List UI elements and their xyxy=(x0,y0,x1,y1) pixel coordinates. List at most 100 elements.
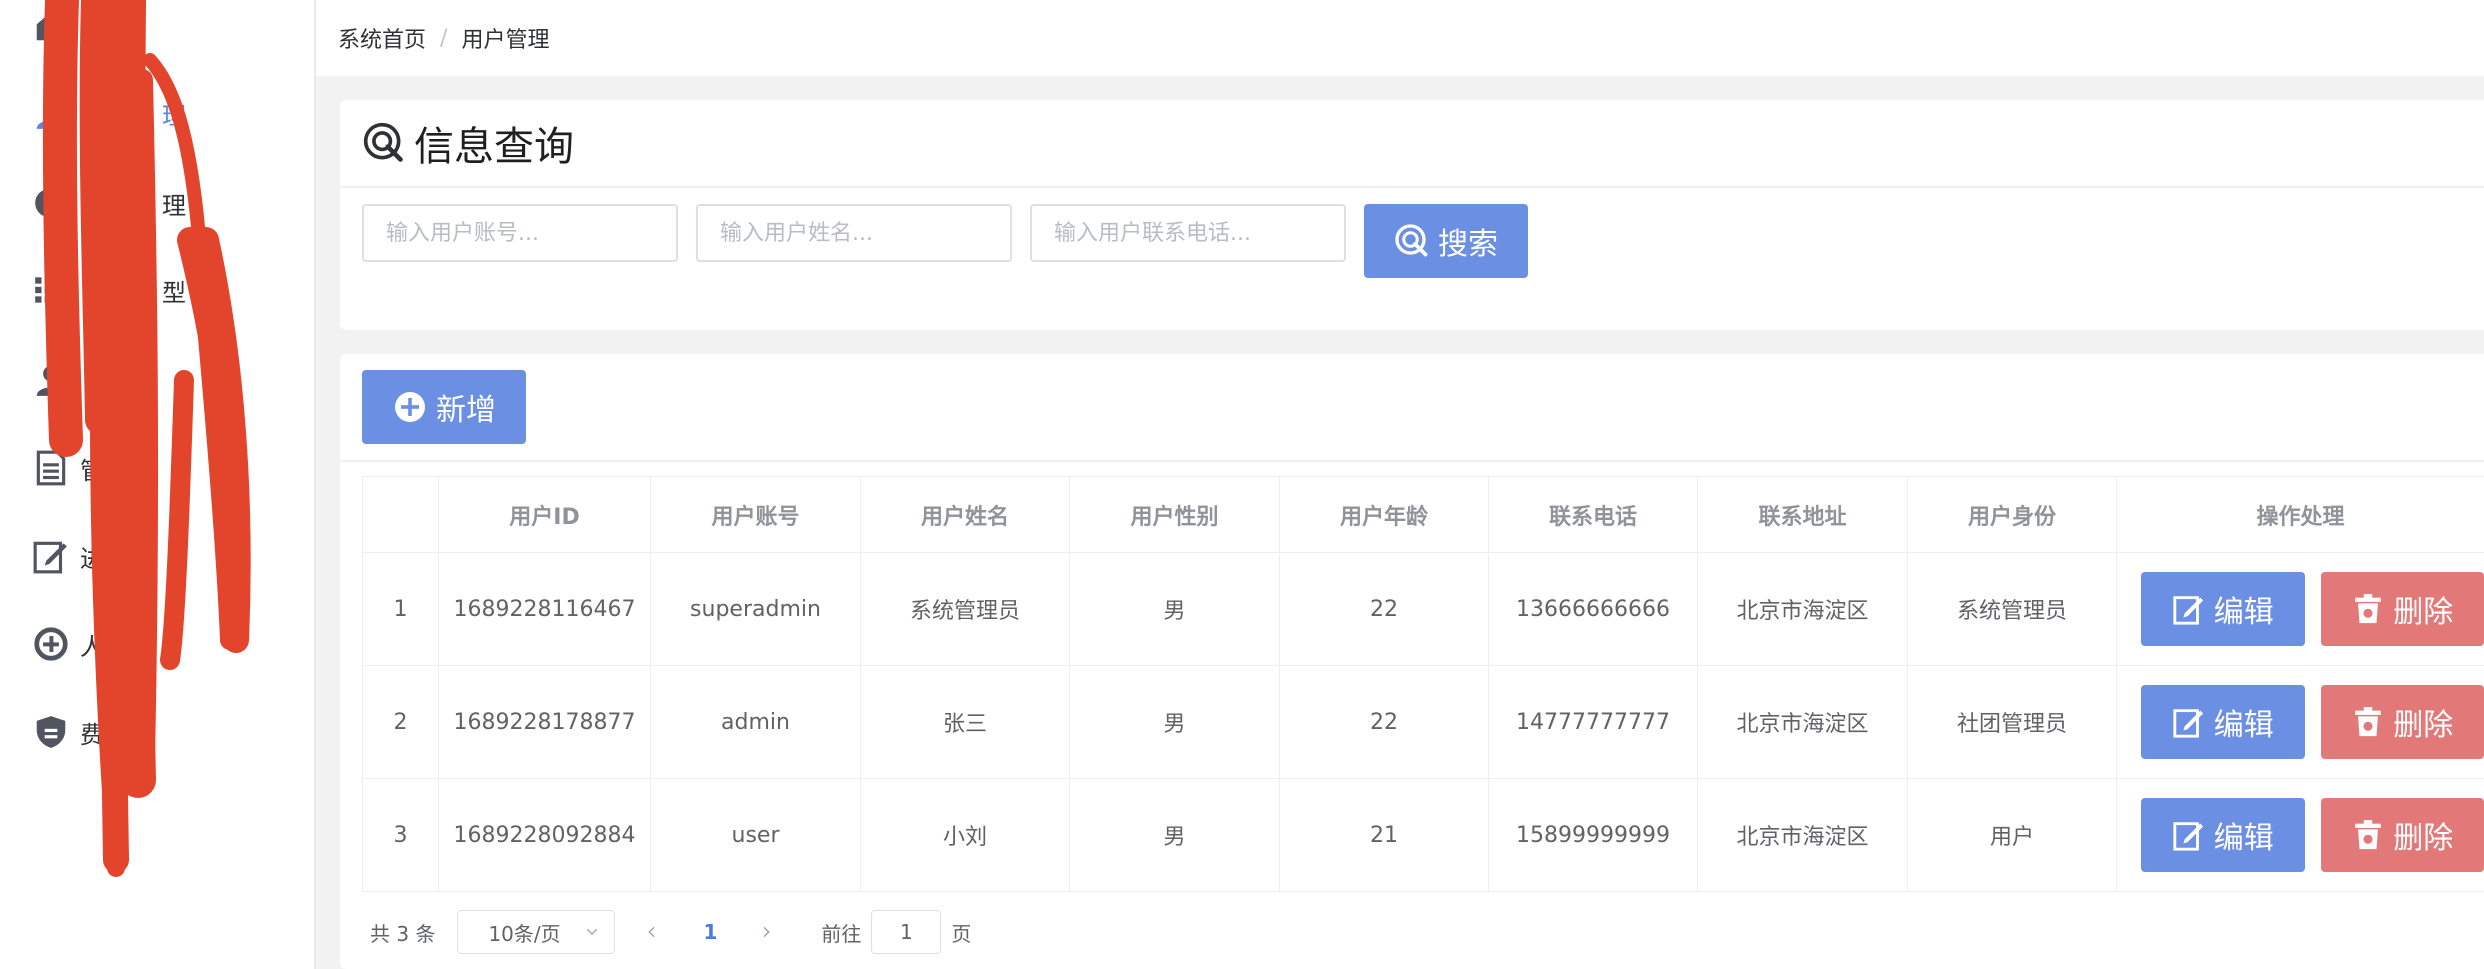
table-row: 1 1689228116467 superadmin 系统管理员 男 22 13… xyxy=(362,552,2484,666)
chevron-right-icon xyxy=(763,926,771,938)
breadcrumb: 系统首页 / 用户管理 xyxy=(316,0,2484,76)
page-size-value: 10条/页 xyxy=(488,921,561,946)
sidebar-item-9[interactable]: 费理 xyxy=(0,702,314,762)
toolbar: 新增 xyxy=(340,354,2484,462)
shield-icon xyxy=(30,711,72,753)
cell-phone: 15899999999 xyxy=(1488,778,1698,892)
name-search-input[interactable] xyxy=(696,204,1012,262)
column-header-actions: 操作处理 xyxy=(2116,476,2484,553)
sidebar-item-label: 理 xyxy=(162,101,186,130)
user-icon xyxy=(30,92,72,134)
sidebar-item-label: 理 xyxy=(162,191,186,220)
delete-button-label: 删除 xyxy=(2393,821,2454,856)
sidebar-item-6[interactable]: 管 xyxy=(0,438,314,498)
phone-search-input[interactable] xyxy=(1030,204,1346,262)
column-header-age: 用户年龄 xyxy=(1279,476,1489,553)
cell-account: user xyxy=(650,778,861,892)
breadcrumb-current: 用户管理 xyxy=(461,28,550,53)
column-header-address: 联系地址 xyxy=(1697,476,1908,553)
delete-button-label: 删除 xyxy=(2393,708,2454,743)
page-number-current[interactable]: 1 xyxy=(703,920,717,944)
edit-button-label: 编辑 xyxy=(2213,595,2274,630)
edit-button-label: 编辑 xyxy=(2213,821,2274,856)
cell-index: 2 xyxy=(362,665,439,779)
add-button-label: 新增 xyxy=(436,393,496,428)
table-card: 新增 用户ID 用户账号 用户姓名 用户性别 用户年龄 联系电话 联系地址 用户… xyxy=(340,354,2484,969)
cell-address: 北京市海淀区 xyxy=(1697,552,1908,666)
cell-actions: 编辑 删除 xyxy=(2116,665,2484,779)
pagination-total: 共 3 条 xyxy=(370,921,436,946)
cell-index: 1 xyxy=(362,552,439,666)
table-row: 3 1689228092884 user 小刘 男 21 15899999999… xyxy=(362,778,2484,892)
pie-chart-icon xyxy=(30,182,72,224)
sidebar-item-label: 进 xyxy=(80,544,104,573)
cell-account: superadmin xyxy=(650,552,861,666)
next-page-button[interactable] xyxy=(751,918,781,946)
edit-icon xyxy=(30,535,72,577)
delete-button[interactable]: 删除 xyxy=(2320,685,2484,759)
column-header-account: 用户账号 xyxy=(650,476,861,553)
search-card-header: 信息查询 xyxy=(340,100,2484,188)
table-row: 2 1689228178877 admin 张三 男 22 1477777777… xyxy=(362,665,2484,779)
column-header-phone: 联系电话 xyxy=(1488,476,1698,553)
cell-role: 用户 xyxy=(1907,778,2117,892)
cell-actions: 编辑 删除 xyxy=(2116,552,2484,666)
edit-icon xyxy=(2173,822,2203,851)
delete-button-label: 删除 xyxy=(2393,595,2454,630)
trash-icon xyxy=(2355,594,2381,624)
cell-phone: 13666666666 xyxy=(1488,552,1698,666)
cell-age: 21 xyxy=(1279,778,1489,892)
edit-button[interactable]: 编辑 xyxy=(2141,572,2305,646)
sidebar-item-4[interactable]: 型 xyxy=(0,260,314,320)
search-card: 信息查询 搜索 xyxy=(340,100,2484,330)
edit-button[interactable]: 编辑 xyxy=(2141,685,2305,759)
trash-icon xyxy=(2355,707,2381,737)
list-icon xyxy=(30,269,72,311)
sidebar-item-8[interactable]: 人 xyxy=(0,614,314,674)
document-icon xyxy=(30,447,72,489)
sidebar-item-5[interactable] xyxy=(0,350,314,410)
cell-account: admin xyxy=(650,665,861,779)
sidebar-item-user-management[interactable]: 理 xyxy=(0,83,314,143)
breadcrumb-separator: / xyxy=(440,25,448,51)
breadcrumb-home-link[interactable]: 系统首页 xyxy=(338,22,426,54)
search-button-label: 搜索 xyxy=(1438,227,1498,262)
cell-id: 1689228178877 xyxy=(438,665,651,779)
sidebar-item-label: 费理 xyxy=(80,720,128,749)
cell-id: 1689228116467 xyxy=(438,552,651,666)
table-header-row: 用户ID 用户账号 用户姓名 用户性别 用户年龄 联系电话 联系地址 用户身份 … xyxy=(362,476,2484,553)
account-search-input[interactable] xyxy=(362,204,678,262)
column-header-id: 用户ID xyxy=(438,476,651,553)
cell-address: 北京市海淀区 xyxy=(1697,778,1908,892)
sidebar-item-home[interactable] xyxy=(0,0,314,56)
sidebar-item-7[interactable]: 进 xyxy=(0,526,314,586)
pagination: 共 3 条 10条/页 1 前往 页 xyxy=(370,910,971,954)
cell-age: 22 xyxy=(1279,552,1489,666)
cell-gender: 男 xyxy=(1069,665,1280,779)
search-icon xyxy=(1395,224,1428,257)
cell-address: 北京市海淀区 xyxy=(1697,665,1908,779)
sidebar-item-label: 管 xyxy=(80,456,104,485)
cell-index: 3 xyxy=(362,778,439,892)
sidebar: 理 理 型 管 进 人 费理 xyxy=(0,0,316,969)
page-size-select[interactable]: 10条/页 xyxy=(457,910,616,954)
edit-button[interactable]: 编辑 xyxy=(2141,798,2305,872)
delete-button[interactable]: 删除 xyxy=(2320,572,2484,646)
add-circle-icon xyxy=(30,623,72,665)
delete-button[interactable]: 删除 xyxy=(2320,798,2484,872)
home-icon xyxy=(30,5,72,47)
goto-page-input[interactable] xyxy=(871,910,942,954)
search-button[interactable]: 搜索 xyxy=(1364,204,1528,278)
edit-icon xyxy=(2173,709,2203,738)
user-table: 用户ID 用户账号 用户姓名 用户性别 用户年龄 联系电话 联系地址 用户身份 … xyxy=(362,476,2484,892)
sidebar-item-3[interactable]: 理 xyxy=(0,173,314,233)
trash-icon xyxy=(2355,820,2381,850)
cell-name: 小刘 xyxy=(860,778,1070,892)
chevron-down-icon xyxy=(587,928,598,935)
column-header-index xyxy=(362,476,439,553)
cell-role: 系统管理员 xyxy=(1907,552,2117,666)
cell-actions: 编辑 删除 xyxy=(2116,778,2484,892)
prev-page-button[interactable] xyxy=(637,918,667,946)
add-button[interactable]: 新增 xyxy=(362,370,526,444)
sidebar-item-label: 型 xyxy=(162,278,186,307)
